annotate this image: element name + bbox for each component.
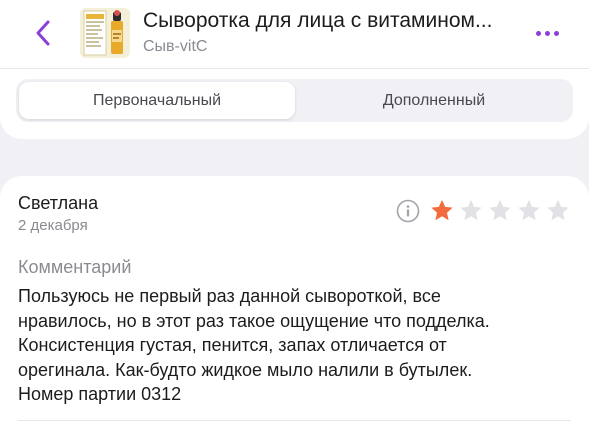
star-icon [431, 199, 453, 221]
product-header: Сыворотка для лица с витамином... Сыв-vi… [0, 0, 589, 139]
more-dots-icon [553, 30, 559, 36]
version-tabs: Первоначальный Дополненный [16, 79, 573, 122]
product-subtitle: Сыв-vitC [143, 38, 208, 55]
review-divider [18, 420, 571, 421]
review-card: Светлана 2 декабря Комментарий Пользуюсь… [0, 176, 589, 436]
star-icon [518, 199, 540, 221]
more-options-button[interactable] [530, 20, 564, 46]
review-author: Светлана [18, 193, 99, 213]
review-date: 2 декабря [18, 217, 88, 234]
chevron-left-icon [36, 20, 50, 46]
more-dots-icon [535, 30, 541, 36]
comment-label: Комментарий [18, 257, 132, 277]
header-divider [0, 68, 589, 69]
star-icon [489, 199, 511, 221]
rating-stars [429, 198, 575, 224]
info-icon[interactable] [396, 199, 420, 223]
review-comment: Пользуюсь не первый раз данной сыворотко… [18, 286, 490, 404]
product-thumbnail[interactable] [80, 8, 130, 58]
product-title[interactable]: Сыворотка для лица с витамином... [143, 8, 523, 34]
star-icon [547, 199, 569, 221]
more-dots-icon [544, 30, 550, 36]
tab-supplemented[interactable]: Дополненный [298, 82, 570, 119]
star-icon [460, 199, 482, 221]
tab-original[interactable]: Первоначальный [19, 82, 295, 119]
back-button[interactable] [28, 16, 58, 50]
product-image [80, 8, 130, 58]
